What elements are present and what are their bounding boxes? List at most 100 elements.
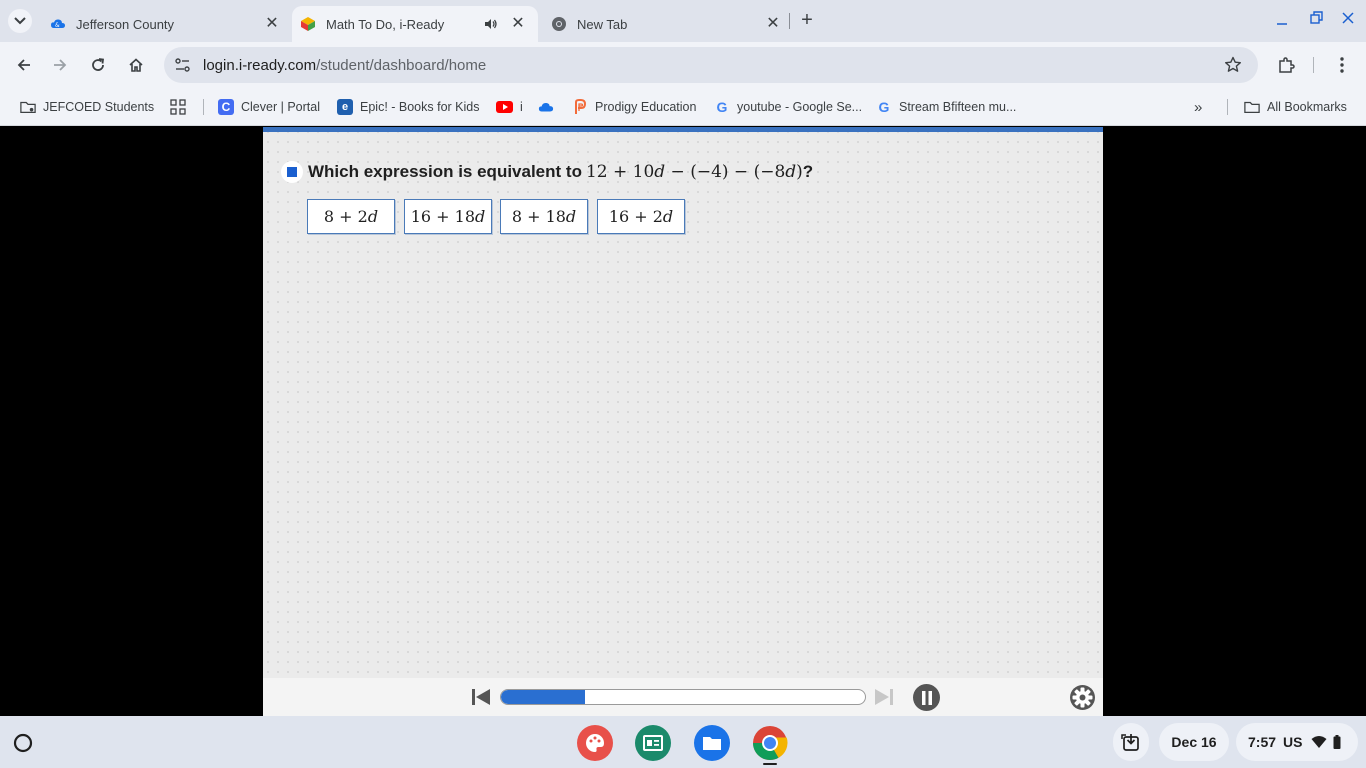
previous-button[interactable] xyxy=(470,686,492,708)
bookmark-stream-bfifteen[interactable]: G Stream Bfifteen mu... xyxy=(876,97,1017,117)
clever-icon: C xyxy=(218,99,234,115)
url-text[interactable]: login.i-ready.com/student/dashboard/home xyxy=(203,57,486,74)
tab-strip: & Jefferson County ✕ Math To Do, i-Ready… xyxy=(0,0,1366,42)
bookmark-label: Prodigy Education xyxy=(595,100,697,114)
question-expression: 12 + 10𝑑 − (−4) − (−8𝑑) xyxy=(585,162,803,182)
forward-button[interactable] xyxy=(48,53,72,77)
launcher-button[interactable] xyxy=(12,732,34,754)
chrome-icon xyxy=(551,16,567,32)
google-icon: G xyxy=(878,99,890,115)
tab-search-button[interactable] xyxy=(8,9,32,33)
chrome-icon xyxy=(753,726,788,760)
holding-space-button[interactable] xyxy=(1113,723,1149,761)
all-bookmarks-button[interactable]: All Bookmarks xyxy=(1244,97,1347,117)
wifi-icon xyxy=(1311,736,1327,748)
apps-grid-icon xyxy=(170,99,186,115)
arrow-right-icon xyxy=(54,59,67,71)
close-icon xyxy=(1342,12,1354,24)
answer-choice-4[interactable]: 16 + 2𝑑 xyxy=(597,199,685,234)
bookmark-clever[interactable]: C Clever | Portal xyxy=(218,97,320,117)
skip-back-icon xyxy=(472,689,490,705)
toolbar-divider xyxy=(1313,57,1314,73)
prodigy-icon xyxy=(572,99,588,115)
close-tab-icon[interactable]: ✕ xyxy=(765,16,781,32)
bookmark-label: i xyxy=(520,100,523,114)
chevron-down-icon xyxy=(14,17,26,25)
chrome-menu-button[interactable] xyxy=(1330,53,1354,77)
bookmark-youtube-i[interactable]: i xyxy=(496,97,523,117)
arrow-left-icon xyxy=(17,59,30,71)
home-icon xyxy=(129,58,143,72)
more-vert-icon xyxy=(1340,57,1344,73)
answer-choice-2[interactable]: 16 + 18𝑑 xyxy=(404,199,492,234)
cloud-icon xyxy=(538,99,554,115)
download-tray-icon xyxy=(1121,734,1139,751)
close-tab-icon[interactable]: ✕ xyxy=(264,16,280,32)
date-text: Dec 16 xyxy=(1171,734,1217,750)
bookmark-epic[interactable]: e Epic! - Books for Kids xyxy=(337,97,480,117)
new-tab-button[interactable]: + xyxy=(797,9,817,33)
folder-icon xyxy=(1244,99,1260,115)
home-button[interactable] xyxy=(124,53,148,77)
iready-icon xyxy=(300,16,316,32)
pause-icon xyxy=(921,690,932,705)
minimize-button[interactable] xyxy=(1272,10,1292,30)
bookmark-divider xyxy=(203,99,204,115)
extensions-button[interactable] xyxy=(1274,53,1298,77)
app-files[interactable] xyxy=(694,725,730,761)
settings-button[interactable] xyxy=(1069,684,1096,711)
bookmark-apps[interactable] xyxy=(170,97,193,117)
palette-icon xyxy=(586,734,604,752)
tab-jefferson-county[interactable]: & Jefferson County ✕ xyxy=(50,6,280,42)
speaker-icon[interactable] xyxy=(484,16,500,32)
restore-icon xyxy=(1310,11,1323,24)
answer-choice-1[interactable]: 8 + 2𝑑 xyxy=(307,199,395,234)
epic-icon: e xyxy=(337,99,353,115)
launcher-circle-icon xyxy=(13,733,33,753)
site-settings-icon[interactable] xyxy=(174,57,192,73)
address-bar[interactable]: login.i-ready.com/student/dashboard/home xyxy=(164,47,1258,83)
restore-button[interactable] xyxy=(1306,8,1326,28)
answer-choice-3[interactable]: 8 + 18𝑑 xyxy=(500,199,588,234)
bookmarks-bar: JEFCOED Students C Clever | Portal e Epi… xyxy=(0,88,1366,126)
more-bookmarks-button[interactable]: » xyxy=(1194,97,1202,117)
tab-divider xyxy=(789,13,790,29)
lesson-progress-bar[interactable] xyxy=(500,689,866,705)
bookmark-cloud[interactable] xyxy=(538,97,561,117)
tab-math-to-do[interactable]: Math To Do, i-Ready ✕ xyxy=(292,6,538,42)
close-tab-icon[interactable]: ✕ xyxy=(510,16,526,32)
question-mark: ? xyxy=(802,162,814,181)
lesson-controls xyxy=(263,678,1103,716)
bookmark-star-icon[interactable] xyxy=(1224,56,1242,74)
back-button[interactable] xyxy=(12,53,36,77)
app-classroom[interactable] xyxy=(635,725,671,761)
reload-button[interactable] xyxy=(86,53,110,77)
bookmark-label: Stream Bfifteen mu... xyxy=(899,100,1017,114)
date-tray[interactable]: Dec 16 xyxy=(1159,723,1229,761)
folder-icon xyxy=(20,99,36,115)
shelf: Dec 16 7:57 US xyxy=(0,716,1366,768)
running-app-indicator xyxy=(763,763,777,765)
url-path: /student/dashboard/home xyxy=(316,57,487,74)
battery-icon xyxy=(1333,735,1341,749)
bookmark-label: Epic! - Books for Kids xyxy=(360,100,480,114)
question-prompt: Which expression is equivalent to 12 + 1… xyxy=(281,160,813,184)
skip-forward-icon xyxy=(875,689,893,705)
classroom-icon xyxy=(643,735,663,751)
app-canvas[interactable] xyxy=(577,725,613,761)
tab-new-tab[interactable]: New Tab ✕ xyxy=(551,6,781,42)
app-chrome[interactable] xyxy=(752,725,788,761)
bookmark-label: youtube - Google Se... xyxy=(737,100,863,114)
bookmark-jefcoed-students[interactable]: JEFCOED Students xyxy=(20,97,154,117)
question-bullet-icon xyxy=(281,161,303,183)
status-tray[interactable]: 7:57 US xyxy=(1236,723,1358,761)
bookmark-youtube-google-search[interactable]: G youtube - Google Se... xyxy=(714,97,863,117)
gear-icon xyxy=(1070,685,1095,710)
puzzle-icon xyxy=(1279,57,1295,73)
pause-button[interactable] xyxy=(913,684,940,711)
bookmark-prodigy[interactable]: Prodigy Education xyxy=(572,97,696,117)
input-method-text: US xyxy=(1283,734,1303,750)
minimize-icon xyxy=(1277,23,1287,25)
next-button[interactable] xyxy=(873,686,895,708)
close-window-button[interactable] xyxy=(1338,8,1358,28)
